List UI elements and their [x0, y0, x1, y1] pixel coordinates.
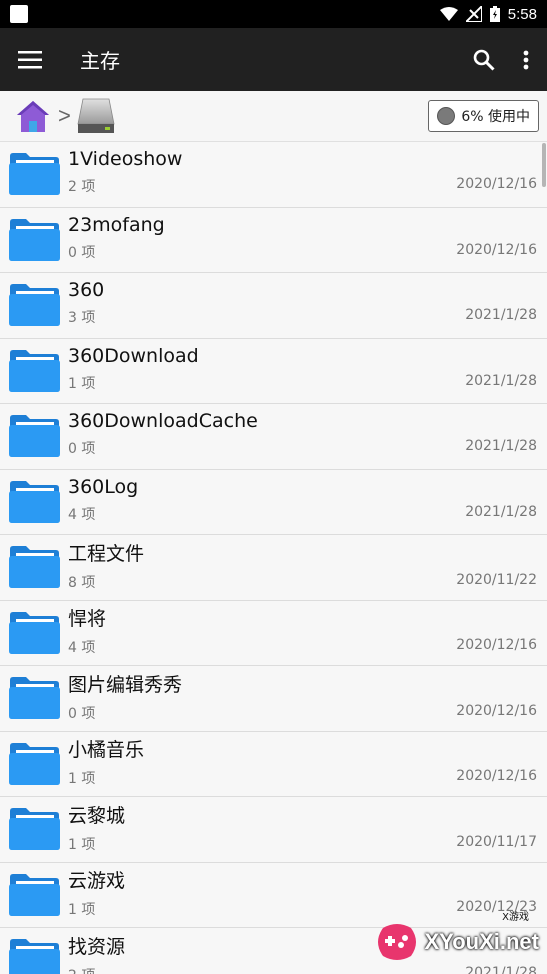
- file-row[interactable]: 工程文件 8 项 2020/11/22: [0, 535, 547, 601]
- file-row[interactable]: 悍将 4 项 2020/12/16: [0, 600, 547, 666]
- file-item-count: 0 项: [68, 705, 96, 722]
- watermark-logo-icon: [377, 924, 416, 960]
- watermark-text: XYouXi.net: [424, 929, 540, 954]
- file-name: 23mofang: [68, 213, 165, 236]
- file-name: 云游戏: [68, 870, 126, 893]
- file-date: 2020/12/16: [456, 176, 537, 193]
- file-item-count: 1 项: [68, 375, 96, 392]
- home-icon[interactable]: [16, 99, 50, 133]
- file-row[interactable]: 云黎城 1 项 2020/11/17: [0, 797, 547, 863]
- folder-icon: [8, 938, 60, 974]
- file-row[interactable]: 23mofang 0 项 2020/12/16: [0, 207, 547, 273]
- file-date: 2020/11/22: [456, 571, 537, 588]
- file-row[interactable]: 云游戏 1 项 2020/12/23: [0, 862, 547, 928]
- file-name: 360DownloadCache: [68, 410, 258, 433]
- file-row[interactable]: 360Log 4 项 2021/1/28: [0, 469, 547, 535]
- breadcrumb-separator: >: [58, 103, 71, 128]
- folder-icon: [8, 807, 60, 851]
- file-name: 小橘音乐: [68, 739, 145, 762]
- internal-storage-icon[interactable]: [77, 98, 115, 134]
- file-item-count: 3 项: [68, 310, 96, 327]
- file-item-count: 1 项: [68, 771, 96, 788]
- folder-icon: [8, 349, 60, 393]
- status-bar: 5:58: [0, 0, 547, 28]
- folder-icon: [8, 545, 60, 589]
- menu-icon[interactable]: [18, 50, 42, 69]
- file-name: 360: [68, 279, 105, 302]
- file-item-count: 2 项: [68, 179, 96, 196]
- folder-icon: [8, 480, 60, 524]
- watermark: XYouXi.net X游戏: [373, 912, 540, 964]
- file-item-count: 0 项: [68, 244, 96, 261]
- wifi-icon: [439, 7, 458, 21]
- folder-icon: [8, 742, 60, 786]
- file-name: 工程文件: [68, 542, 145, 565]
- folder-icon: [8, 152, 60, 196]
- file-item-count: 2 项: [68, 965, 95, 974]
- file-row[interactable]: 小橘音乐 1 项 2020/12/16: [0, 731, 547, 797]
- file-list: 1Videoshow 2 项 2020/12/16 23mofang 0 项 2020/1…: [0, 142, 547, 974]
- file-name: 360Log: [68, 475, 139, 498]
- file-row[interactable]: 360DownloadCache 0 项 2021/1/28: [0, 404, 547, 470]
- file-item-count: 1 项: [68, 902, 96, 919]
- file-row[interactable]: 图片编辑秀秀 0 项 2020/12/16: [0, 666, 547, 732]
- file-date: 2021/1/28: [465, 503, 537, 520]
- file-item-count: 8 项: [68, 574, 96, 591]
- file-row[interactable]: 360Download 1 项 2021/1/28: [0, 338, 547, 404]
- battery-charging-icon: [489, 6, 500, 22]
- file-row[interactable]: 360 3 项 2021/1/28: [0, 273, 547, 339]
- status-time: 5:58: [507, 5, 537, 23]
- file-name: 悍将: [68, 608, 107, 631]
- file-name: 图片编辑秀秀: [68, 673, 183, 696]
- storage-pie-icon: [437, 107, 456, 125]
- file-date: 2020/12/16: [456, 637, 537, 654]
- file-date: 2020/11/17: [456, 833, 537, 850]
- breadcrumb: > 6% 使用中: [0, 91, 547, 142]
- file-date: 2021/1/28: [465, 964, 537, 974]
- file-date: 2020/12/16: [456, 241, 537, 258]
- watermark-sub: X游戏: [502, 912, 529, 923]
- storage-usage-badge[interactable]: 6% 使用中: [428, 100, 539, 132]
- file-date: 2021/1/28: [465, 438, 537, 455]
- file-item-count: 0 项: [68, 441, 96, 458]
- file-date: 2020/12/16: [456, 702, 537, 719]
- file-name: 1Videoshow: [68, 148, 183, 171]
- toolbar: 主存: [0, 28, 547, 91]
- file-item-count: 4 项: [68, 506, 96, 523]
- folder-icon: [8, 676, 60, 720]
- file-date: 2021/1/28: [465, 307, 537, 324]
- folder-icon: [8, 283, 60, 327]
- more-options-icon[interactable]: [523, 50, 529, 70]
- folder-icon: [8, 218, 60, 262]
- folder-icon: [8, 873, 60, 917]
- file-item-count: 4 项: [68, 640, 96, 657]
- file-row[interactable]: 1Videoshow 2 项 2020/12/16: [0, 142, 547, 208]
- no-signal-icon: [465, 6, 482, 22]
- folder-icon: [8, 414, 60, 458]
- file-date: 2020/12/16: [456, 768, 537, 785]
- file-item-count: 1 项: [68, 836, 96, 853]
- page-title: 主存: [80, 49, 120, 73]
- search-icon[interactable]: [473, 49, 495, 71]
- storage-usage-text: 6% 使用中: [461, 109, 530, 125]
- file-date: 2021/1/28: [465, 372, 537, 389]
- notification-icon: [10, 5, 28, 23]
- folder-icon: [8, 611, 60, 655]
- file-name: 360Download: [68, 344, 199, 367]
- file-name: 云黎城: [68, 804, 126, 827]
- scrollbar[interactable]: [542, 143, 546, 187]
